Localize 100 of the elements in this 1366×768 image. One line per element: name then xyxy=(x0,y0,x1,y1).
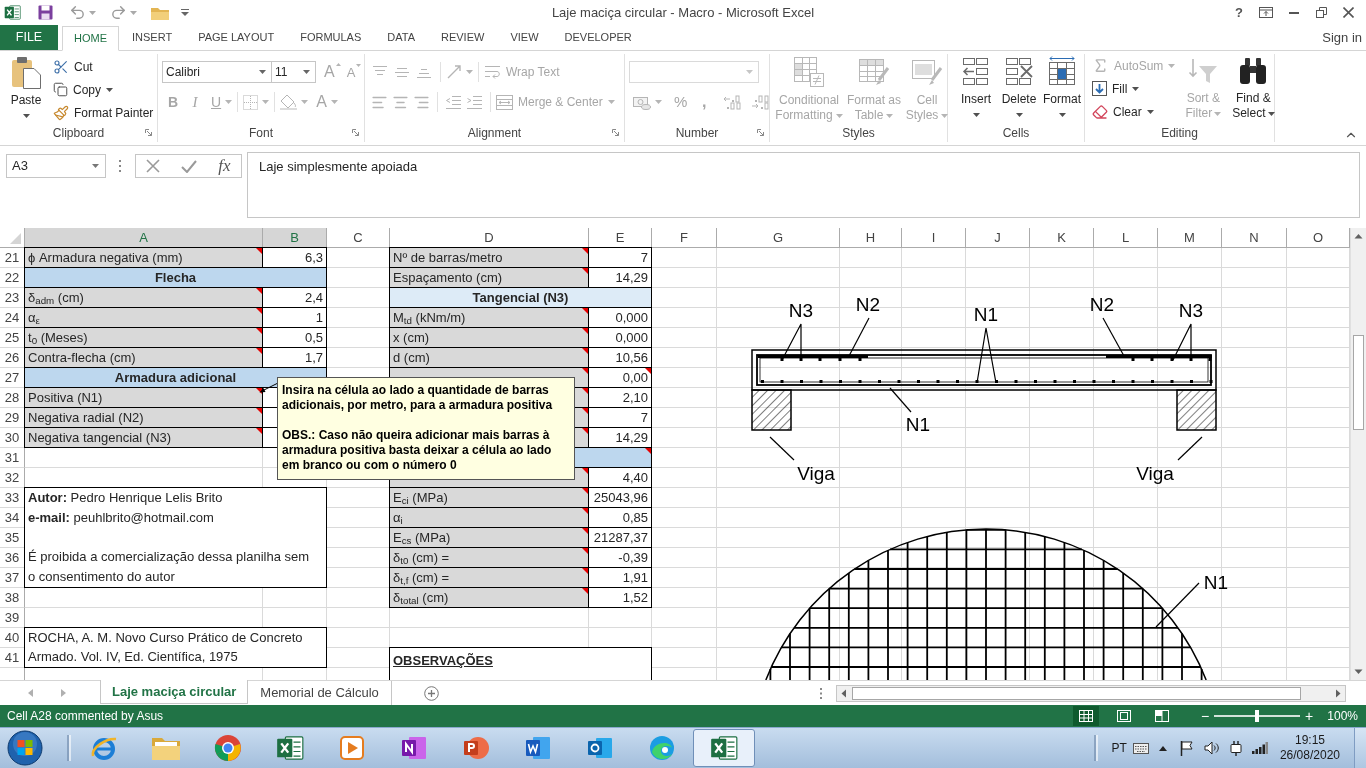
field-label: ϕ Armadura negativa (mm) xyxy=(28,248,183,267)
file-tab[interactable]: FILE xyxy=(0,25,58,50)
column-header[interactable]: C xyxy=(327,228,390,248)
ribbon-tab[interactable]: INSERT xyxy=(119,25,186,50)
show-hidden-icons-icon[interactable] xyxy=(1158,745,1167,751)
ribbon-tab[interactable]: HOME xyxy=(62,26,119,51)
ribbon-tab[interactable]: DATA xyxy=(374,25,428,50)
clock-time[interactable]: 19:15 xyxy=(1294,733,1325,748)
format-button[interactable]: Format xyxy=(1042,56,1082,124)
font-size-combobox[interactable]: 11 xyxy=(272,61,316,83)
close-icon[interactable] xyxy=(1343,7,1354,18)
ribbon-tab[interactable]: REVIEW xyxy=(428,25,498,50)
taskbar-button[interactable] xyxy=(693,729,755,767)
increase-decimal-icon[interactable] xyxy=(723,94,744,110)
cancel-icon[interactable] xyxy=(146,159,161,173)
scroll-thumb[interactable] xyxy=(852,686,1301,700)
orientation-button[interactable] xyxy=(446,64,473,80)
column-header[interactable]: K xyxy=(1030,228,1094,248)
column-header[interactable]: L xyxy=(1094,228,1158,248)
borders-icon xyxy=(243,94,259,110)
dialog-launcher-icon[interactable] xyxy=(352,129,359,136)
minimize-icon[interactable] xyxy=(1289,11,1299,14)
speaker-icon[interactable] xyxy=(1203,741,1220,755)
previous-sheet-icon[interactable] xyxy=(28,689,33,697)
zoom-slider-track[interactable] xyxy=(1214,710,1301,722)
rebar-label: N3 xyxy=(1178,300,1204,321)
folder-icon[interactable] xyxy=(151,5,169,20)
delete-button[interactable]: Delete xyxy=(999,56,1039,124)
undo-icon[interactable] xyxy=(69,4,86,21)
group-label: Cells xyxy=(1002,126,1030,140)
scroll-thumb[interactable] xyxy=(1353,335,1364,430)
power-plug-icon[interactable] xyxy=(1228,740,1243,756)
fill-button[interactable]: Fill xyxy=(1089,77,1179,100)
dialog-launcher-icon[interactable] xyxy=(757,129,764,136)
formula-field[interactable]: Laje simplesmente apoiada xyxy=(247,152,1360,218)
clear-button[interactable]: Clear xyxy=(1089,100,1179,123)
column-header[interactable]: I xyxy=(902,228,966,248)
ribbon-display-options-icon[interactable] xyxy=(1259,7,1273,18)
help-button[interactable]: ? xyxy=(1226,0,1252,25)
column-header[interactable]: J xyxy=(966,228,1030,248)
increase-indent-icon[interactable] xyxy=(466,95,483,109)
copy-button[interactable]: Copy xyxy=(50,78,157,101)
decrease-decimal-icon[interactable] xyxy=(751,94,772,110)
font-name-combobox[interactable]: Calibri xyxy=(162,61,272,83)
column-header[interactable]: G xyxy=(717,228,840,248)
column-header[interactable]: F xyxy=(652,228,717,248)
align-middle-icon[interactable] xyxy=(394,65,410,79)
column-header[interactable]: B xyxy=(263,228,327,248)
insert-function-button[interactable]: fx xyxy=(218,153,231,179)
keyboard-icon[interactable] xyxy=(1132,742,1149,754)
zoom-level[interactable]: 100% xyxy=(1327,707,1358,725)
borders-button[interactable] xyxy=(243,94,270,110)
insert-button[interactable]: Insert xyxy=(956,56,996,124)
binoculars-icon xyxy=(1238,56,1269,86)
ribbon-tab[interactable]: DEVELOPER xyxy=(551,25,645,50)
row-header[interactable]: 32 xyxy=(0,468,25,488)
add-sheet-icon[interactable] xyxy=(423,685,439,701)
language-indicator[interactable]: PT xyxy=(1111,739,1127,757)
accounting-format-button[interactable] xyxy=(633,94,662,110)
zoom-slider-thumb[interactable] xyxy=(1255,710,1260,722)
sign-in-link[interactable]: Sign in xyxy=(1322,27,1362,48)
dialog-launcher-icon[interactable] xyxy=(145,129,152,136)
zoom-out-button[interactable]: − xyxy=(1200,709,1210,723)
flag-icon[interactable] xyxy=(1179,740,1194,756)
zoom-in-button[interactable]: + xyxy=(1305,709,1314,723)
row-header[interactable]: 38 xyxy=(0,588,25,608)
find-select-button[interactable]: Find & Select xyxy=(1228,54,1279,124)
row-header[interactable]: 31 xyxy=(0,448,25,468)
decrease-indent-icon[interactable] xyxy=(445,95,462,109)
ribbon-tab[interactable]: FORMULAS xyxy=(287,25,375,50)
format-painter-button[interactable]: Format Painter xyxy=(50,101,157,124)
field-label: t$_{0}$ (Meses) xyxy=(28,328,88,348)
enter-checkmark-icon[interactable] xyxy=(181,159,198,173)
show-desktop-button[interactable] xyxy=(1354,728,1366,768)
name-box[interactable]: A3 xyxy=(6,154,106,178)
paste-button[interactable]: Paste xyxy=(4,55,48,123)
page-break-preview-icon xyxy=(1154,710,1169,722)
column-header[interactable]: N xyxy=(1222,228,1287,248)
ribbon-tab[interactable]: VIEW xyxy=(497,25,552,50)
view-button[interactable] xyxy=(1072,706,1099,726)
next-sheet-icon[interactable] xyxy=(61,689,66,697)
column-header[interactable]: A xyxy=(25,228,263,248)
sheet-tab[interactable]: Laje maciça circular xyxy=(100,680,249,704)
save-icon[interactable] xyxy=(38,5,53,20)
redo-icon[interactable] xyxy=(110,4,127,21)
signal-bars-icon[interactable] xyxy=(1251,742,1268,754)
restore-icon[interactable] xyxy=(1316,7,1327,18)
clock-date[interactable]: 26/08/2020 xyxy=(1279,748,1340,763)
ribbon-tab[interactable]: PAGE LAYOUT xyxy=(185,25,288,50)
customize-toolbar-icon[interactable] xyxy=(181,9,189,16)
column-header[interactable]: M xyxy=(1158,228,1222,248)
row-header[interactable]: 39 xyxy=(0,608,25,628)
group-label: Alignment xyxy=(467,126,522,140)
fill-color-button[interactable] xyxy=(280,94,309,110)
cut-button[interactable]: Cut xyxy=(50,55,157,78)
column-header[interactable]: H xyxy=(840,228,902,248)
column-header[interactable]: O xyxy=(1287,228,1350,248)
beam-label: Viga xyxy=(797,463,835,484)
start-button-icon[interactable] xyxy=(7,730,43,766)
dialog-launcher-icon[interactable] xyxy=(612,129,619,136)
